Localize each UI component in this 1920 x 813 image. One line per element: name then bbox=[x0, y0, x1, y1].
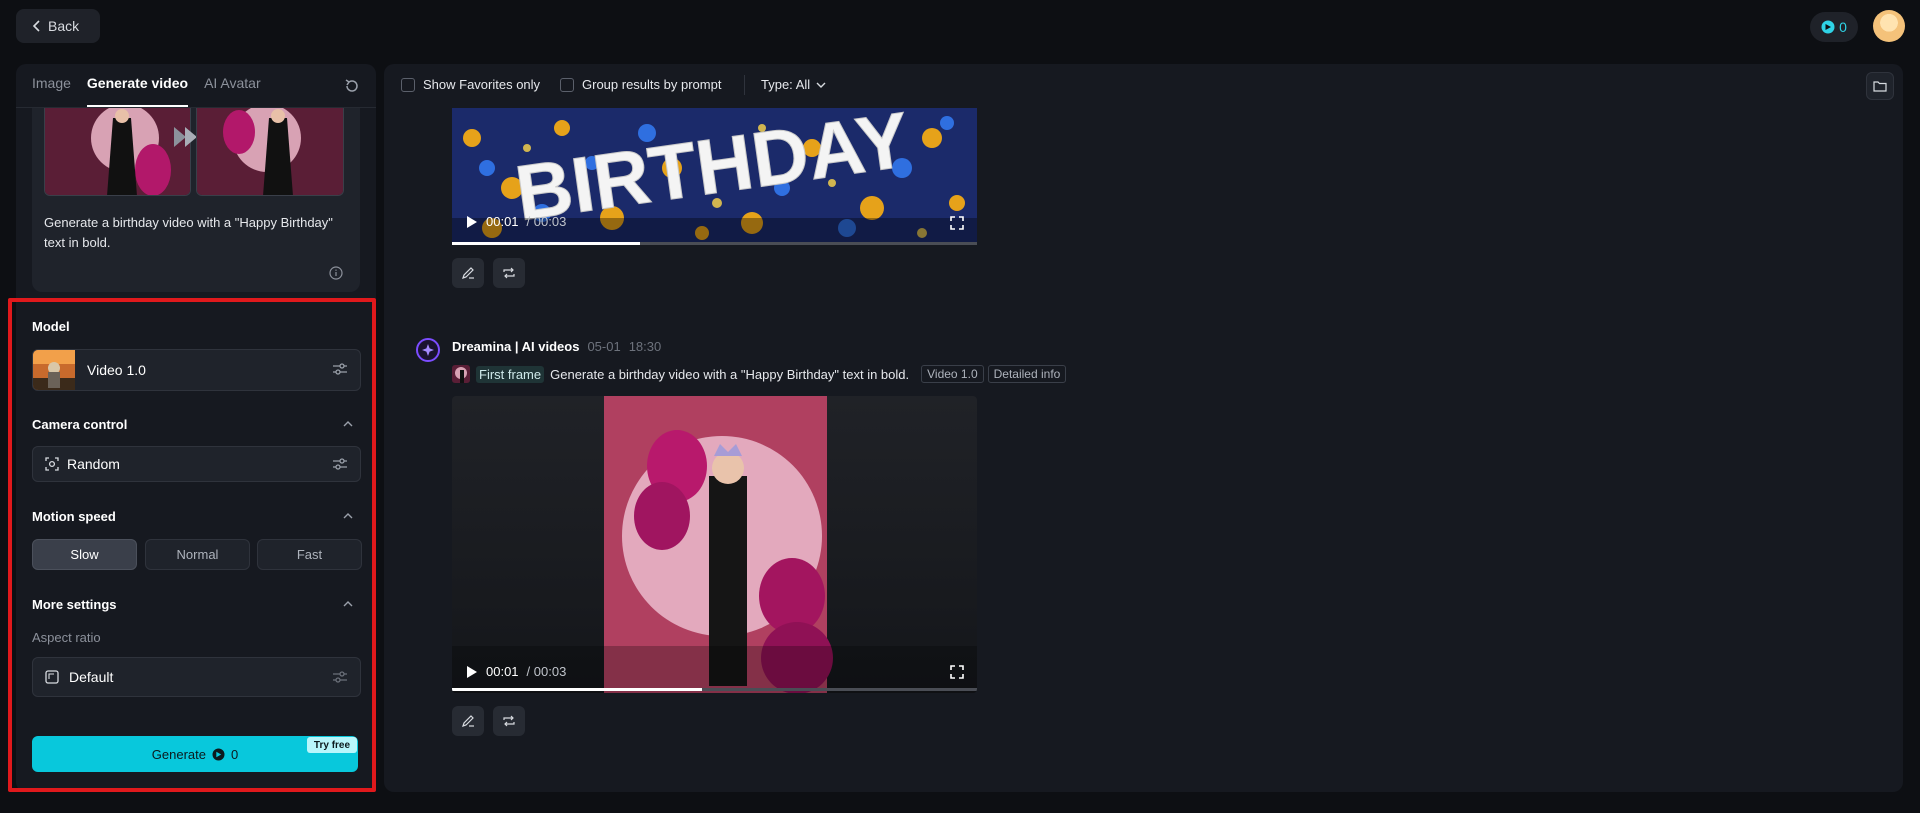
play-icon[interactable] bbox=[466, 665, 478, 679]
tab-ai-avatar[interactable]: AI Avatar bbox=[204, 75, 261, 107]
chevron-left-icon bbox=[32, 20, 40, 32]
dreamina-avatar bbox=[416, 338, 440, 362]
info-icon[interactable] bbox=[329, 266, 343, 280]
edit-button[interactable] bbox=[452, 258, 484, 288]
play-icon[interactable] bbox=[466, 215, 478, 229]
mode-tabs: Image Generate video AI Avatar bbox=[32, 75, 261, 107]
pencil-icon bbox=[462, 715, 474, 727]
credits-count: 0 bbox=[1839, 19, 1847, 35]
group-label: Group results by prompt bbox=[582, 77, 722, 92]
type-dropdown[interactable]: Type: All bbox=[761, 77, 826, 92]
group-checkbox[interactable] bbox=[560, 77, 574, 92]
repeat-icon bbox=[503, 267, 515, 279]
message-prompt: Generate a birthday video with a "Happy … bbox=[550, 366, 910, 382]
model-tag: Video 1.0 bbox=[921, 365, 984, 383]
video2-duration: / 00:03 bbox=[526, 664, 567, 679]
message-date: 05-01 bbox=[587, 339, 621, 354]
repeat-icon bbox=[503, 715, 515, 727]
regenerate-button[interactable] bbox=[493, 258, 525, 288]
video2-regenerate-button[interactable] bbox=[493, 706, 525, 736]
favorites-checkbox[interactable] bbox=[401, 77, 415, 92]
chevron-down-icon bbox=[816, 82, 826, 88]
message-author: Dreamina | AI videos bbox=[452, 339, 580, 354]
folder-icon bbox=[1873, 81, 1887, 92]
video1-current-time: 00:01 bbox=[486, 214, 519, 229]
video1-controls: 00:01 / 00:03 bbox=[466, 214, 566, 229]
first-frame-thumbnail-icon bbox=[452, 365, 470, 383]
first-frame-thumbnail[interactable] bbox=[44, 108, 191, 196]
dreamina-logo-icon bbox=[422, 344, 434, 356]
fullscreen-icon[interactable] bbox=[950, 216, 964, 230]
highlight-box bbox=[8, 298, 376, 792]
last-frame-thumbnail[interactable] bbox=[196, 108, 344, 196]
credit-coin-icon bbox=[1821, 20, 1835, 34]
first-frame-chip[interactable]: First frame bbox=[476, 365, 545, 383]
tab-image[interactable]: Image bbox=[32, 75, 71, 107]
favorites-label: Show Favorites only bbox=[423, 77, 541, 92]
tab-generate-video[interactable]: Generate video bbox=[86, 75, 189, 107]
filter-divider bbox=[744, 75, 745, 95]
folder-button[interactable] bbox=[1866, 72, 1894, 100]
back-button[interactable]: Back bbox=[16, 9, 100, 43]
favorites-filter[interactable]: Show Favorites only bbox=[401, 77, 540, 92]
video2-fullscreen-icon[interactable] bbox=[950, 665, 964, 679]
type-label: Type: All bbox=[761, 77, 811, 92]
back-label: Back bbox=[48, 18, 80, 34]
video1-duration: / 00:03 bbox=[526, 214, 567, 229]
video-frame-woman-balloons bbox=[452, 396, 977, 693]
pencil-icon bbox=[462, 267, 474, 279]
message-header: Dreamina | AI videos 05-01 18:30 bbox=[452, 339, 661, 354]
video2-edit-button[interactable] bbox=[452, 706, 484, 736]
message-prompt-line: First frame Generate a birthday video wi… bbox=[452, 365, 1067, 383]
birthday-balloons-video[interactable] bbox=[452, 396, 977, 693]
video2-controls: 00:01 / 00:03 bbox=[466, 664, 566, 679]
reset-icon[interactable] bbox=[342, 76, 362, 96]
group-filter[interactable]: Group results by prompt bbox=[560, 77, 721, 92]
credits-pill[interactable]: 0 bbox=[1810, 12, 1858, 42]
user-avatar[interactable] bbox=[1873, 10, 1905, 42]
detailed-info-tag[interactable]: Detailed info bbox=[987, 365, 1067, 383]
message-time: 18:30 bbox=[628, 339, 662, 354]
video2-current-time: 00:01 bbox=[486, 664, 519, 679]
prompt-text[interactable]: Generate a birthday video with a "Happy … bbox=[44, 213, 334, 253]
